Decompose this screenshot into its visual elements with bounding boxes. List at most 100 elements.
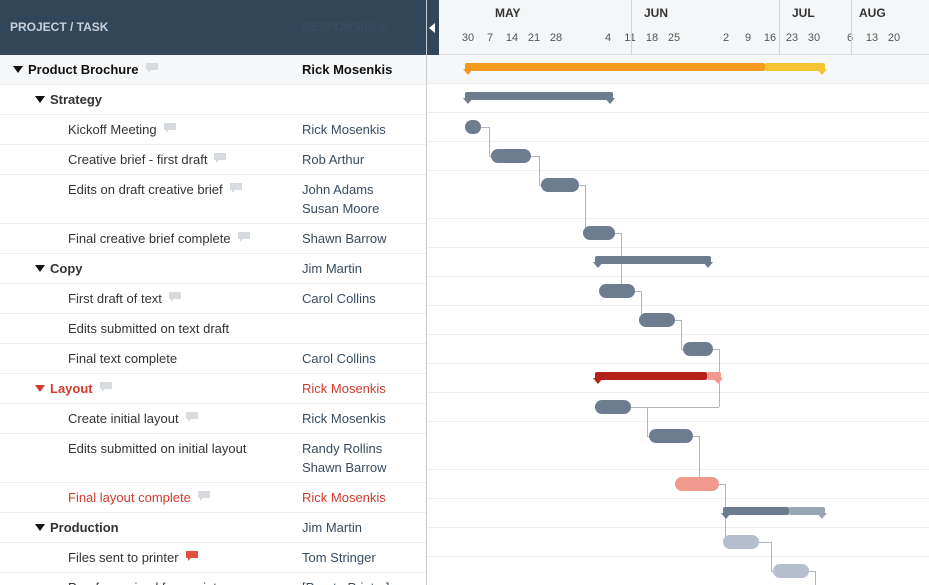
gantt-task-bar[interactable] xyxy=(675,477,719,491)
task-row[interactable]: Final layout complete Rick Mosenkis xyxy=(0,483,426,513)
gantt-summary-bar[interactable] xyxy=(465,63,765,71)
gantt-summary-bar[interactable] xyxy=(465,92,613,100)
comment-icon[interactable] xyxy=(163,122,177,135)
day-label: 18 xyxy=(641,28,663,48)
task-row[interactable]: Kickoff MeetingRick Mosenkis xyxy=(0,115,426,145)
task-row[interactable]: Files sent to printer Tom Stringer xyxy=(0,543,426,573)
responsible: Randy RollinsShawn Barrow xyxy=(302,439,426,477)
gantt-task-bar[interactable] xyxy=(541,178,579,192)
task-name[interactable]: Strategy xyxy=(50,90,102,109)
day-label: 7 xyxy=(479,28,501,48)
project-row[interactable]: Product Brochure Rick Mosenkis xyxy=(0,55,426,85)
toggle-icon[interactable] xyxy=(34,382,46,394)
comment-icon[interactable] xyxy=(229,182,243,195)
responsible: Jim Martin xyxy=(302,259,426,278)
gantt-task-bar[interactable] xyxy=(599,284,635,298)
responsible: Carol Collins xyxy=(302,289,426,308)
day-label: 11 xyxy=(619,28,641,48)
comment-icon[interactable] xyxy=(213,152,227,165)
month-label: MAY xyxy=(495,6,521,20)
task-row[interactable]: Proofs received from printer [Pronto Prin… xyxy=(0,573,426,585)
collapse-left-panel[interactable] xyxy=(427,0,439,55)
group-row[interactable]: Production Jim Martin xyxy=(0,513,426,543)
task-name[interactable]: Proofs received from printer xyxy=(68,578,228,585)
task-name[interactable]: Create initial layout xyxy=(68,409,179,428)
task-name[interactable]: Creative brief - first draft xyxy=(68,150,207,169)
task-name[interactable]: Production xyxy=(50,518,119,537)
toggle-icon[interactable] xyxy=(34,521,46,533)
responsible: Rick Mosenkis xyxy=(302,60,426,79)
responsible: [Pronto Printer] xyxy=(302,578,426,585)
task-row[interactable]: Creative brief - first draft Rob Arthur xyxy=(0,145,426,175)
task-row[interactable]: First draft of text Carol Collins xyxy=(0,284,426,314)
task-row[interactable]: Final text complete Carol Collins xyxy=(0,344,426,374)
group-row[interactable]: Layout Rick Mosenkis xyxy=(0,374,426,404)
task-name[interactable]: Product Brochure xyxy=(28,60,139,79)
responsible: Rick Mosenkis xyxy=(302,409,426,428)
responsible: Rob Arthur xyxy=(302,150,426,169)
gantt-task-bar[interactable] xyxy=(595,400,631,414)
month-label: AUG xyxy=(859,6,886,20)
task-name[interactable]: Edits submitted on text draft xyxy=(68,319,229,338)
task-name[interactable]: Final layout complete xyxy=(68,488,191,507)
month-label: JUN xyxy=(644,6,668,20)
month-label: JUL xyxy=(792,6,815,20)
comment-icon[interactable] xyxy=(185,411,199,424)
gantt-task-bar[interactable] xyxy=(723,535,759,549)
comment-icon[interactable] xyxy=(145,62,159,75)
day-label: 20 xyxy=(883,28,905,48)
task-row[interactable]: Edits submitted on initial layout Randy R… xyxy=(0,434,426,483)
day-label: 2 xyxy=(715,28,737,48)
toggle-icon[interactable] xyxy=(12,63,24,75)
task-row[interactable]: Edits submitted on text draft xyxy=(0,314,426,344)
task-row[interactable]: Create initial layout Rick Mosenkis xyxy=(0,404,426,434)
responsible: Rick Mosenkis xyxy=(302,379,426,398)
task-name[interactable]: Layout xyxy=(50,379,93,398)
group-row[interactable]: Strategy xyxy=(0,85,426,115)
comment-icon[interactable] xyxy=(185,550,199,563)
task-name[interactable]: Final text complete xyxy=(68,349,177,368)
responsible: Shawn Barrow xyxy=(302,229,426,248)
header-responsible: RESPONSIBLE xyxy=(302,18,426,37)
gantt-task-bar[interactable] xyxy=(683,342,713,356)
gantt-task-bar[interactable] xyxy=(773,564,809,578)
gantt-summary-bar[interactable] xyxy=(595,372,707,380)
task-name[interactable]: Final creative brief complete xyxy=(68,229,231,248)
comment-icon[interactable] xyxy=(237,231,251,244)
task-name[interactable]: Files sent to printer xyxy=(68,548,179,567)
gantt-summary-bar[interactable] xyxy=(723,507,789,515)
group-row[interactable]: Copy Jim Martin xyxy=(0,254,426,284)
toggle-icon[interactable] xyxy=(34,262,46,274)
day-label: 9 xyxy=(737,28,759,48)
gantt-task-bar[interactable] xyxy=(491,149,531,163)
gantt-task-bar[interactable] xyxy=(583,226,615,240)
gantt-summary-bar[interactable] xyxy=(595,256,711,264)
toggle-icon[interactable] xyxy=(34,93,46,105)
day-label: 6 xyxy=(839,28,861,48)
day-label: 21 xyxy=(523,28,545,48)
task-name[interactable]: Edits on draft creative brief xyxy=(68,180,223,199)
task-name[interactable]: Kickoff Meeting xyxy=(68,120,157,139)
day-label: 28 xyxy=(545,28,567,48)
gantt-task-bar[interactable] xyxy=(465,120,481,134)
task-name[interactable]: Copy xyxy=(50,259,83,278)
comment-icon[interactable] xyxy=(99,381,113,394)
comment-icon[interactable] xyxy=(168,291,182,304)
responsible: Jim Martin xyxy=(302,518,426,537)
responsible: Rick Mosenkis xyxy=(302,488,426,507)
responsible: Carol Collins xyxy=(302,349,426,368)
gantt-summary-bar[interactable] xyxy=(765,63,825,71)
task-row[interactable]: Edits on draft creative briefJohn AdamsS… xyxy=(0,175,426,224)
comment-icon[interactable] xyxy=(197,490,211,503)
gantt-task-bar[interactable] xyxy=(649,429,693,443)
day-label: 30 xyxy=(457,28,479,48)
header-task: PROJECT / TASK xyxy=(0,18,302,37)
task-row[interactable]: Final creative brief complete Shawn Barro… xyxy=(0,224,426,254)
day-label: 14 xyxy=(501,28,523,48)
task-name[interactable]: First draft of text xyxy=(68,289,162,308)
day-label: 16 xyxy=(759,28,781,48)
gantt-task-bar[interactable] xyxy=(639,313,675,327)
left-header: PROJECT / TASK RESPONSIBLE xyxy=(0,0,426,55)
task-name[interactable]: Edits submitted on initial layout xyxy=(68,439,246,458)
responsible: Tom Stringer xyxy=(302,548,426,567)
